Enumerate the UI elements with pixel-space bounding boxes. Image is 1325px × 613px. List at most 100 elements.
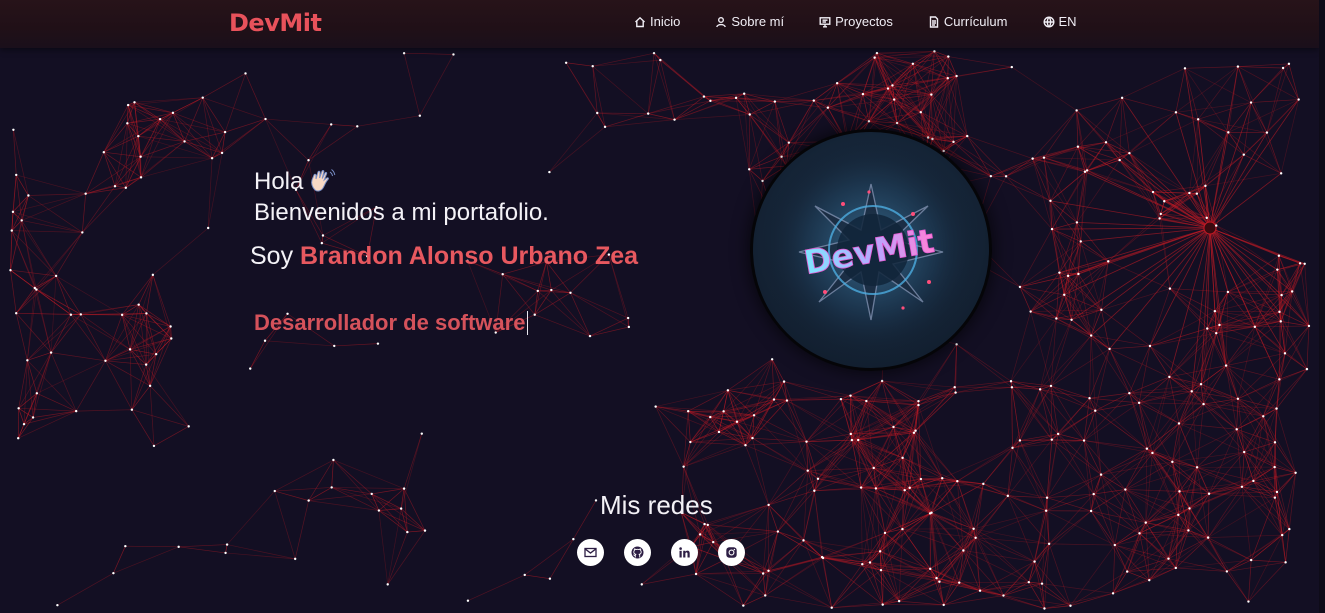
network-node	[120, 313, 124, 317]
network-link	[749, 114, 790, 143]
network-link	[184, 141, 213, 159]
network-node	[1168, 375, 1171, 379]
network-node	[1104, 141, 1108, 144]
network-node	[1283, 352, 1287, 355]
network-link	[1019, 389, 1041, 441]
network-node	[1177, 422, 1181, 425]
network-node	[782, 380, 786, 383]
network-node	[1243, 450, 1246, 454]
greeting-line: Hola	[254, 166, 638, 197]
network-link	[1288, 63, 1299, 100]
github-link-button[interactable]	[624, 539, 651, 566]
network-link	[1121, 97, 1130, 154]
intro-prefix: Soy	[250, 242, 294, 270]
globe-icon	[1042, 15, 1055, 28]
email-link-button[interactable]	[577, 539, 604, 566]
network-node	[717, 430, 721, 434]
network-link	[274, 490, 309, 501]
network-link	[1152, 423, 1180, 454]
network-node	[452, 53, 455, 56]
nav-item-language[interactable]: EN	[1042, 14, 1077, 29]
network-link	[80, 304, 139, 315]
network-node	[1011, 446, 1014, 450]
network-node	[722, 410, 725, 413]
network-link	[1043, 157, 1088, 171]
network-link	[308, 126, 358, 161]
network-link	[768, 557, 824, 572]
network-node	[148, 384, 152, 388]
network-node	[1010, 386, 1014, 389]
network-link	[1172, 428, 1237, 463]
network-link	[81, 193, 87, 233]
network-link	[745, 441, 807, 446]
network-node	[1151, 190, 1155, 194]
github-icon	[631, 546, 644, 559]
network-link	[357, 115, 420, 127]
linkedin-link-button[interactable]	[671, 539, 698, 566]
network-node	[897, 599, 901, 603]
network-link	[1059, 222, 1078, 273]
network-link	[1276, 408, 1296, 473]
network-link	[1237, 66, 1299, 100]
network-link	[333, 459, 380, 511]
network-node	[926, 136, 930, 139]
network-link	[1109, 348, 1130, 394]
network-node	[826, 106, 830, 109]
network-link	[1138, 345, 1151, 403]
network-link	[387, 530, 426, 585]
network-link	[202, 97, 226, 133]
network-node	[867, 120, 871, 123]
network-link	[1090, 335, 1096, 411]
network-link	[655, 406, 689, 412]
nav-item-curriculum[interactable]: Currículum	[928, 14, 1008, 29]
network-node	[878, 550, 882, 553]
network-node	[752, 414, 756, 417]
network-link	[948, 56, 1012, 68]
network-node	[112, 571, 115, 575]
network-node	[1145, 447, 1149, 450]
network-node	[406, 530, 409, 534]
network-node	[1128, 151, 1131, 155]
network-link	[898, 581, 940, 602]
network-link	[70, 314, 131, 350]
network-node	[1027, 580, 1031, 584]
brand-logo[interactable]: DevMit	[229, 9, 322, 37]
network-link	[225, 544, 228, 553]
network-node	[1075, 221, 1079, 224]
network-link	[1101, 309, 1110, 349]
social-title: Mis redes	[600, 490, 713, 520]
network-link	[224, 73, 246, 133]
network-link	[75, 360, 106, 412]
network-link	[771, 359, 788, 401]
network-link	[387, 531, 408, 585]
network-node	[35, 392, 39, 395]
network-link	[152, 227, 209, 276]
network-node	[1075, 109, 1078, 112]
nav-item-sobre-mi[interactable]: Sobre mí	[715, 14, 784, 29]
network-node	[170, 337, 173, 340]
network-node	[761, 572, 765, 575]
network-node	[1226, 290, 1230, 294]
scrollbar[interactable]	[1319, 0, 1325, 613]
network-link	[1051, 439, 1102, 475]
network-node	[420, 432, 423, 435]
instagram-link-button[interactable]	[718, 539, 745, 566]
network-link	[28, 193, 86, 196]
network-node	[830, 606, 833, 609]
network-link	[1049, 543, 1115, 546]
network-link	[1003, 595, 1071, 607]
network-link	[145, 364, 189, 427]
network-node	[930, 511, 933, 514]
network-node	[54, 274, 58, 278]
network-node	[1151, 451, 1154, 455]
network-node	[1207, 492, 1211, 495]
network-node	[224, 551, 227, 555]
network-node	[1088, 397, 1091, 400]
network-link	[956, 66, 1012, 77]
nav-item-inicio[interactable]: Inicio	[634, 14, 680, 29]
network-node	[81, 231, 84, 234]
network-link	[1105, 112, 1177, 143]
network-link	[1089, 392, 1130, 399]
network-link	[592, 52, 655, 67]
nav-item-proyectos[interactable]: Proyectos	[819, 14, 893, 29]
